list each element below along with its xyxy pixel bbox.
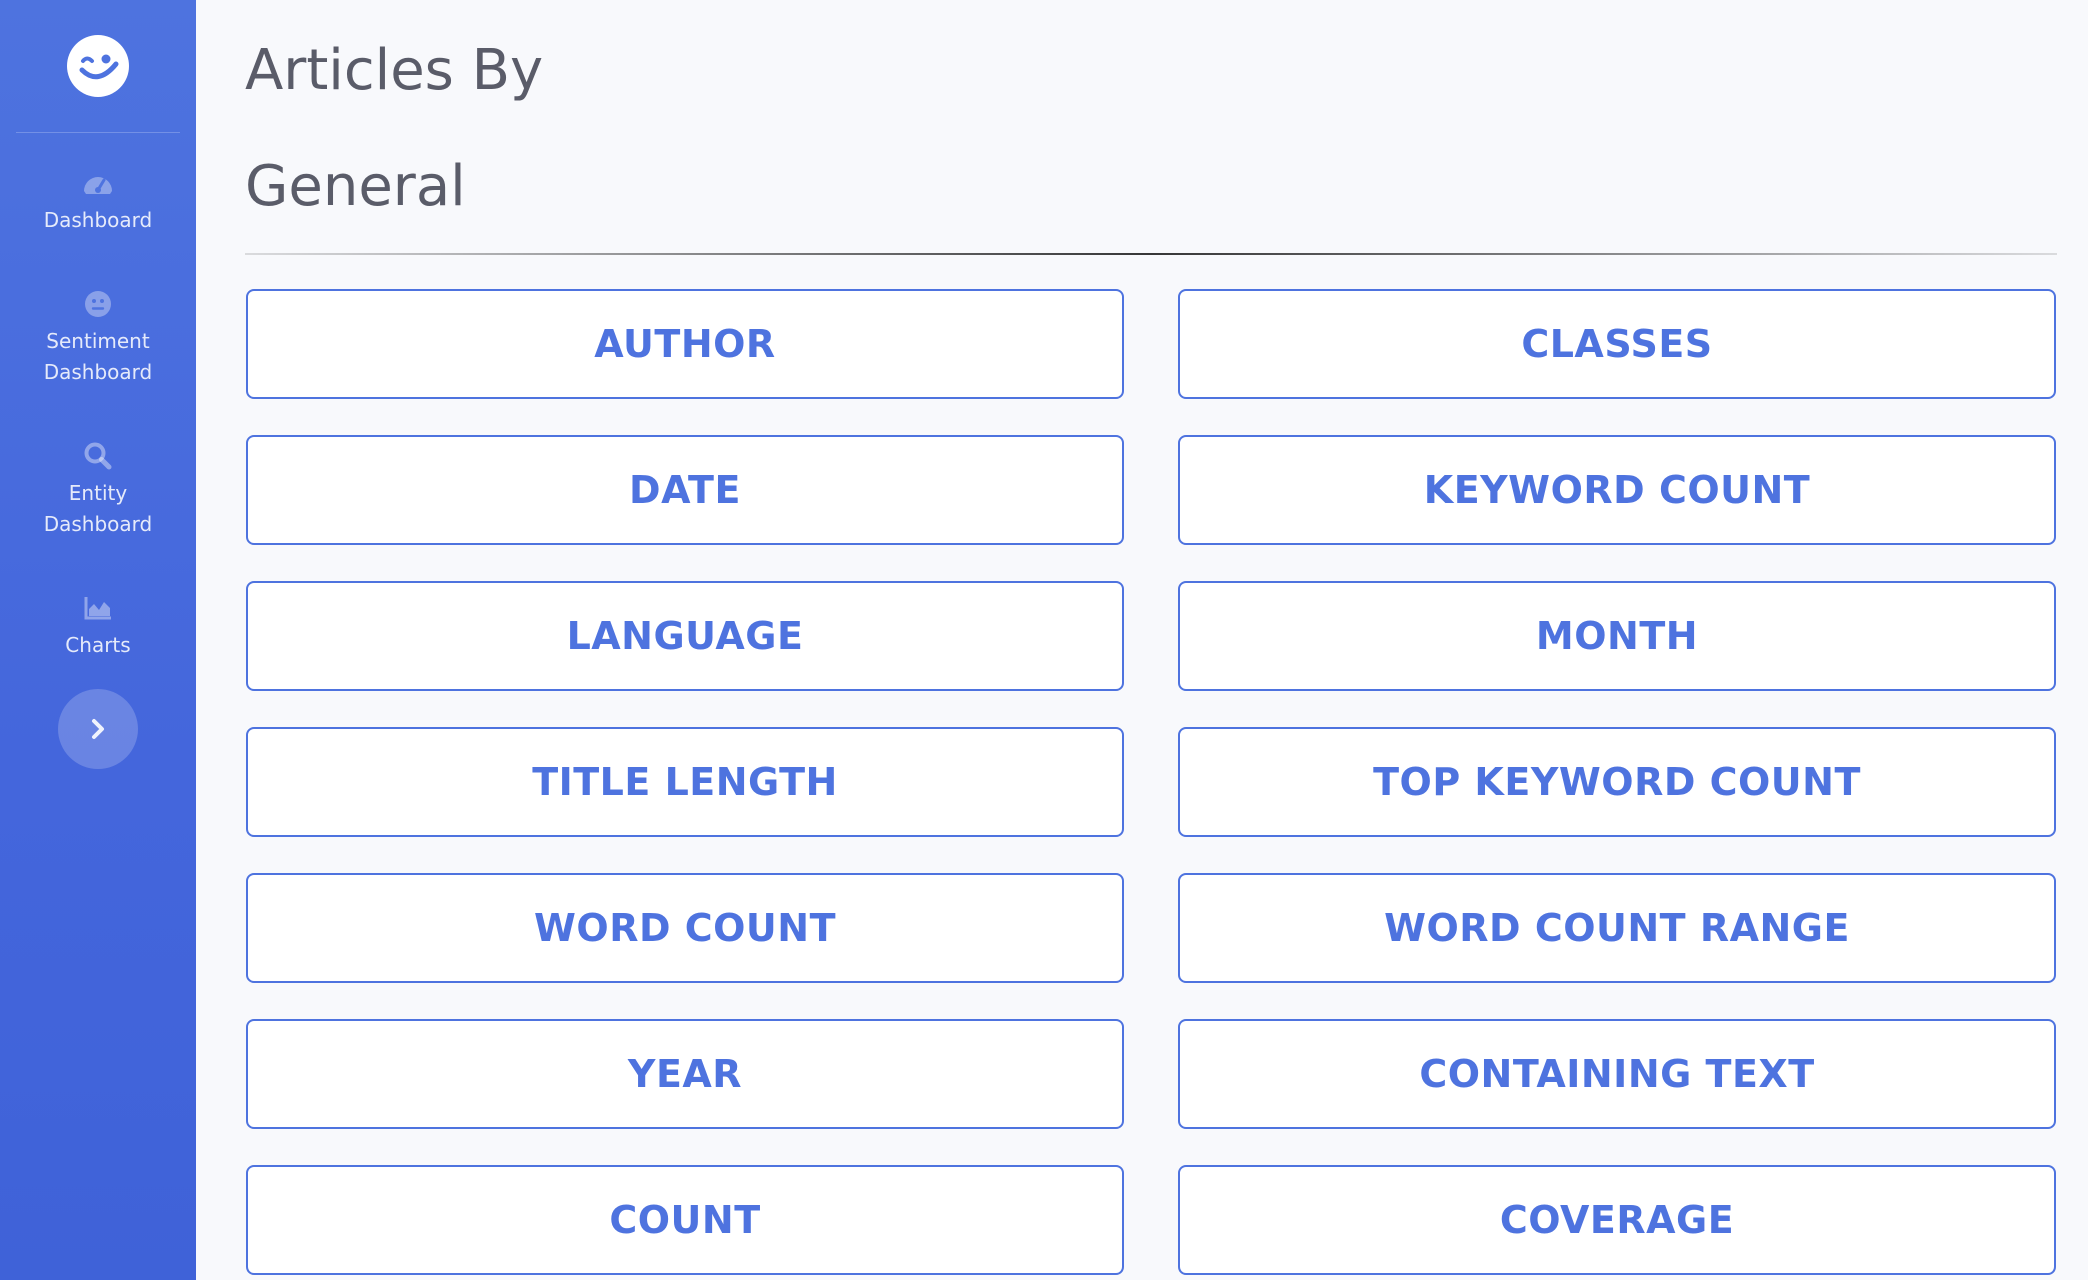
page-title: Articles By xyxy=(245,38,544,103)
sidebar: Dashboard Sentiment Dashboard Entity Das… xyxy=(0,0,196,1280)
language-button[interactable]: LANGUAGE xyxy=(246,581,1124,691)
count-button[interactable]: COUNT xyxy=(246,1165,1124,1275)
search-icon xyxy=(82,440,114,472)
year-button[interactable]: YEAR xyxy=(246,1019,1124,1129)
sidebar-item-entity-dashboard[interactable]: Entity Dashboard xyxy=(0,440,196,540)
sidebar-item-dashboard[interactable]: Dashboard xyxy=(0,167,196,236)
sidebar-item-label: Entity Dashboard xyxy=(43,481,153,536)
date-button[interactable]: DATE xyxy=(246,435,1124,545)
tachometer-icon xyxy=(82,167,114,199)
sidebar-item-charts[interactable]: Charts xyxy=(0,592,196,661)
area-chart-icon xyxy=(82,592,114,624)
word-count-range-button[interactable]: WORD COUNT RANGE xyxy=(1178,873,2056,983)
keyword-count-button[interactable]: KEYWORD COUNT xyxy=(1178,435,2056,545)
winking-smiley-icon xyxy=(67,35,129,97)
section-title: General xyxy=(245,154,466,219)
sidebar-item-label: Sentiment Dashboard xyxy=(43,329,153,384)
sidebar-item-label: Dashboard xyxy=(43,208,153,232)
containing-text-button[interactable]: CONTAINING TEXT xyxy=(1178,1019,2056,1129)
chevron-right-icon xyxy=(92,719,104,739)
coverage-button[interactable]: COVERAGE xyxy=(1178,1165,2056,1275)
month-button[interactable]: MONTH xyxy=(1178,581,2056,691)
top-keyword-count-button[interactable]: TOP KEYWORD COUNT xyxy=(1178,727,2056,837)
word-count-button[interactable]: WORD COUNT xyxy=(246,873,1124,983)
sidebar-toggle-button[interactable] xyxy=(58,689,138,769)
sidebar-item-sentiment-dashboard[interactable]: Sentiment Dashboard xyxy=(0,288,196,388)
neutral-face-icon xyxy=(82,288,114,320)
classes-button[interactable]: CLASSES xyxy=(1178,289,2056,399)
brand-logo[interactable] xyxy=(0,0,196,132)
section-divider xyxy=(245,253,2057,255)
author-button[interactable]: AUTHOR xyxy=(246,289,1124,399)
sidebar-divider xyxy=(16,132,180,133)
title-length-button[interactable]: TITLE LENGTH xyxy=(246,727,1124,837)
articles-by-button-grid: AUTHOR CLASSES DATE KEYWORD COUNT LANGUA… xyxy=(246,289,2056,1275)
sidebar-item-label: Charts xyxy=(65,633,131,657)
